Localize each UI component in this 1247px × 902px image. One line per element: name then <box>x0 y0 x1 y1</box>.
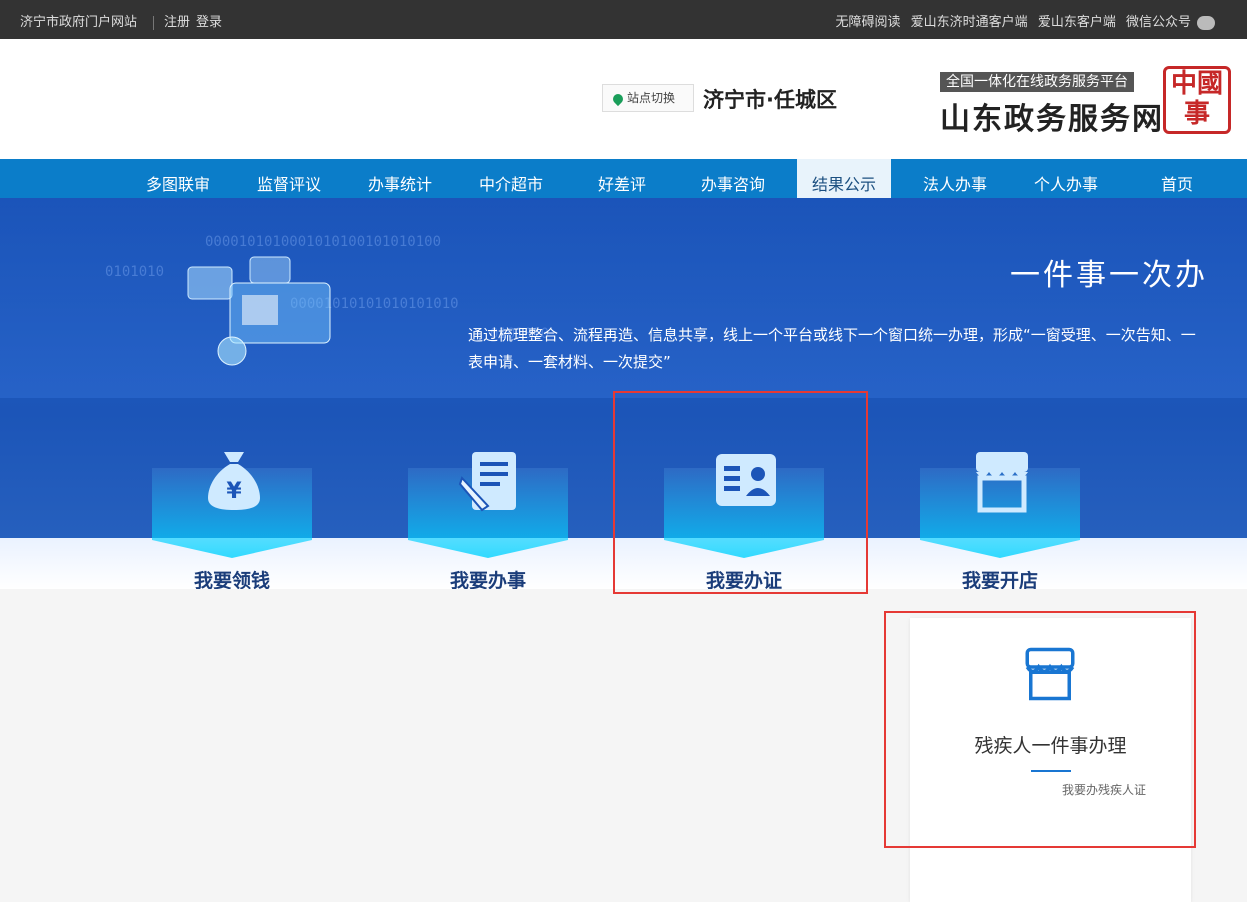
shandong-client-link[interactable]: 爱山东客户端 <box>1038 15 1116 30</box>
location-pin-icon <box>610 91 626 106</box>
card-open-shop[interactable]: 我要开店 <box>880 428 1120 589</box>
accessibility-link[interactable]: 无障碍阅读 <box>836 15 901 30</box>
site-switch-button[interactable]: 站点切换 <box>602 84 694 112</box>
card-get-money[interactable]: ¥ 我要领钱 <box>112 428 352 589</box>
city-name: 济宁市·任城区 <box>703 88 837 112</box>
site-switch-label: 站点切换 <box>627 91 676 105</box>
hologram-icon <box>187 256 331 366</box>
card-label: 我要开店 <box>961 570 1038 589</box>
binary-decoration: 0101010 <box>105 264 165 280</box>
banner-description: 通过梳理整合、流程再造、信息共享，线上一个平台或线下一个窗口统一办理，形成“一窗… <box>468 326 1196 371</box>
banner-title: 一件事一次办 <box>1010 258 1208 293</box>
register-link[interactable]: 注册 <box>164 15 190 30</box>
divider <box>153 15 155 30</box>
highlight-box <box>884 611 1196 848</box>
document-edit-icon <box>458 452 516 512</box>
wechat-icon <box>1197 15 1215 30</box>
logo-title[interactable]: 山东政务服务网 <box>940 94 1164 138</box>
highlight-box <box>613 391 868 594</box>
site-header: 中國事 全国一体化在线政务服务平台 山东政务服务网 济宁市·任城区 站点切换 <box>0 39 1247 159</box>
binary-decoration: 0000101010001010100101010100 <box>205 234 442 250</box>
svg-text:¥: ¥ <box>226 479 242 504</box>
gov-portal-link[interactable]: 济宁市政府门户网站 <box>20 15 137 30</box>
wechat-link[interactable]: 微信公众号 <box>1126 15 1221 30</box>
shop-icon <box>976 452 1028 513</box>
card-handle-affairs[interactable]: 我要办事 <box>368 428 608 589</box>
top-bar: 济宁市政府门户网站 注册 登录 无障碍阅读 爱山东济时通客户端 爱山东客户端 微信公… <box>0 0 1247 39</box>
logo-subtitle: 全国一体化在线政务服务平台 <box>940 72 1134 92</box>
logo-seal-icon: 中國事 <box>1163 66 1231 134</box>
wechat-label: 微信公众号 <box>1125 15 1191 30</box>
card-label: 我要领钱 <box>193 570 270 589</box>
login-link[interactable]: 登录 <box>196 15 222 30</box>
money-bag-icon: ¥ <box>208 452 260 510</box>
card-label: 我要办事 <box>449 570 526 589</box>
jining-client-link[interactable]: 爱山东济时通客户端 <box>911 15 1028 30</box>
